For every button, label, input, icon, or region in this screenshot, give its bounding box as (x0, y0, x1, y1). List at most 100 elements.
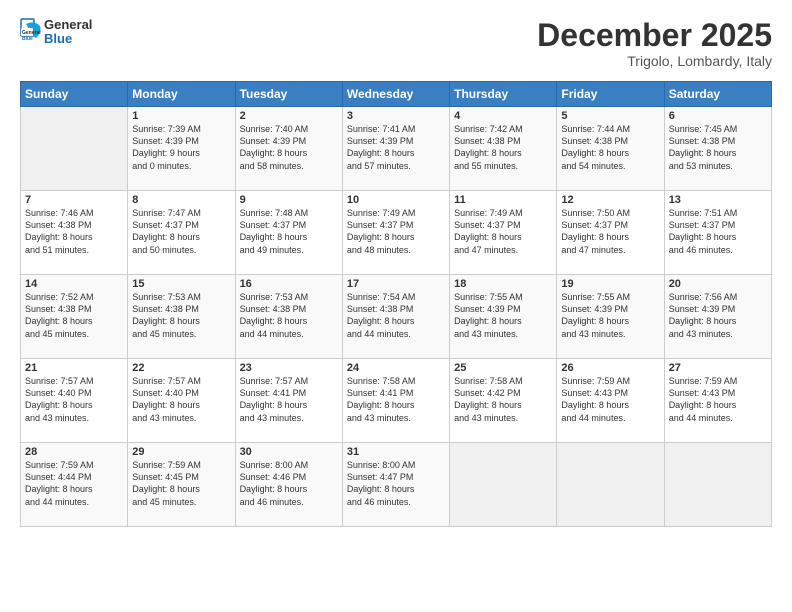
cell-date: 14 (25, 278, 123, 290)
cell-date: 22 (132, 362, 230, 374)
table-row: 3Sunrise: 7:41 AM Sunset: 4:39 PM Daylig… (342, 107, 449, 191)
table-row: 1Sunrise: 7:39 AM Sunset: 4:39 PM Daylig… (128, 107, 235, 191)
logo-icon: General Blue (20, 18, 42, 46)
month-title: December 2025 (537, 18, 772, 53)
cell-info: Sunrise: 7:54 AM Sunset: 4:38 PM Dayligh… (347, 291, 445, 340)
cell-date: 8 (132, 194, 230, 206)
table-row: 4Sunrise: 7:42 AM Sunset: 4:38 PM Daylig… (450, 107, 557, 191)
cell-date: 25 (454, 362, 552, 374)
table-row: 5Sunrise: 7:44 AM Sunset: 4:38 PM Daylig… (557, 107, 664, 191)
cell-date: 28 (25, 446, 123, 458)
page-header: General Blue General Blue December 2025 … (20, 18, 772, 69)
table-row: 23Sunrise: 7:57 AM Sunset: 4:41 PM Dayli… (235, 359, 342, 443)
cell-date: 19 (561, 278, 659, 290)
col-sunday: Sunday (21, 82, 128, 107)
cell-info: Sunrise: 7:49 AM Sunset: 4:37 PM Dayligh… (347, 207, 445, 256)
cell-info: Sunrise: 7:58 AM Sunset: 4:42 PM Dayligh… (454, 375, 552, 424)
logo-general-text: General (44, 18, 92, 32)
cell-date: 4 (454, 110, 552, 122)
cell-info: Sunrise: 7:57 AM Sunset: 4:40 PM Dayligh… (25, 375, 123, 424)
table-row: 2Sunrise: 7:40 AM Sunset: 4:39 PM Daylig… (235, 107, 342, 191)
cell-info: Sunrise: 7:55 AM Sunset: 4:39 PM Dayligh… (561, 291, 659, 340)
cell-info: Sunrise: 7:44 AM Sunset: 4:38 PM Dayligh… (561, 123, 659, 172)
table-row (664, 443, 771, 527)
cell-info: Sunrise: 7:51 AM Sunset: 4:37 PM Dayligh… (669, 207, 767, 256)
cell-info: Sunrise: 7:56 AM Sunset: 4:39 PM Dayligh… (669, 291, 767, 340)
cell-info: Sunrise: 7:59 AM Sunset: 4:43 PM Dayligh… (669, 375, 767, 424)
cell-info: Sunrise: 7:50 AM Sunset: 4:37 PM Dayligh… (561, 207, 659, 256)
cell-date: 2 (240, 110, 338, 122)
calendar-week-row: 28Sunrise: 7:59 AM Sunset: 4:44 PM Dayli… (21, 443, 772, 527)
cell-info: Sunrise: 7:40 AM Sunset: 4:39 PM Dayligh… (240, 123, 338, 172)
table-row: 28Sunrise: 7:59 AM Sunset: 4:44 PM Dayli… (21, 443, 128, 527)
table-row: 9Sunrise: 7:48 AM Sunset: 4:37 PM Daylig… (235, 191, 342, 275)
cell-date: 6 (669, 110, 767, 122)
cell-info: Sunrise: 7:52 AM Sunset: 4:38 PM Dayligh… (25, 291, 123, 340)
calendar-week-row: 21Sunrise: 7:57 AM Sunset: 4:40 PM Dayli… (21, 359, 772, 443)
cell-date: 31 (347, 446, 445, 458)
col-wednesday: Wednesday (342, 82, 449, 107)
logo: General Blue General Blue (20, 18, 92, 47)
cell-date: 18 (454, 278, 552, 290)
cell-date: 11 (454, 194, 552, 206)
cell-info: Sunrise: 7:59 AM Sunset: 4:43 PM Dayligh… (561, 375, 659, 424)
table-row (21, 107, 128, 191)
cell-info: Sunrise: 7:47 AM Sunset: 4:37 PM Dayligh… (132, 207, 230, 256)
table-row: 6Sunrise: 7:45 AM Sunset: 4:38 PM Daylig… (664, 107, 771, 191)
table-row: 20Sunrise: 7:56 AM Sunset: 4:39 PM Dayli… (664, 275, 771, 359)
cell-date: 15 (132, 278, 230, 290)
table-row: 8Sunrise: 7:47 AM Sunset: 4:37 PM Daylig… (128, 191, 235, 275)
table-row: 22Sunrise: 7:57 AM Sunset: 4:40 PM Dayli… (128, 359, 235, 443)
table-row: 31Sunrise: 8:00 AM Sunset: 4:47 PM Dayli… (342, 443, 449, 527)
cell-info: Sunrise: 7:53 AM Sunset: 4:38 PM Dayligh… (132, 291, 230, 340)
cell-date: 30 (240, 446, 338, 458)
cell-date: 24 (347, 362, 445, 374)
cell-date: 5 (561, 110, 659, 122)
cell-info: Sunrise: 8:00 AM Sunset: 4:46 PM Dayligh… (240, 459, 338, 508)
table-row: 12Sunrise: 7:50 AM Sunset: 4:37 PM Dayli… (557, 191, 664, 275)
cell-date: 12 (561, 194, 659, 206)
cell-date: 7 (25, 194, 123, 206)
table-row: 29Sunrise: 7:59 AM Sunset: 4:45 PM Dayli… (128, 443, 235, 527)
table-row: 11Sunrise: 7:49 AM Sunset: 4:37 PM Dayli… (450, 191, 557, 275)
cell-date: 9 (240, 194, 338, 206)
cell-info: Sunrise: 8:00 AM Sunset: 4:47 PM Dayligh… (347, 459, 445, 508)
cell-date: 21 (25, 362, 123, 374)
calendar-week-row: 14Sunrise: 7:52 AM Sunset: 4:38 PM Dayli… (21, 275, 772, 359)
table-row: 10Sunrise: 7:49 AM Sunset: 4:37 PM Dayli… (342, 191, 449, 275)
calendar-week-row: 7Sunrise: 7:46 AM Sunset: 4:38 PM Daylig… (21, 191, 772, 275)
cell-info: Sunrise: 7:53 AM Sunset: 4:38 PM Dayligh… (240, 291, 338, 340)
table-row: 19Sunrise: 7:55 AM Sunset: 4:39 PM Dayli… (557, 275, 664, 359)
cell-date: 26 (561, 362, 659, 374)
calendar: Sunday Monday Tuesday Wednesday Thursday… (20, 81, 772, 527)
cell-info: Sunrise: 7:41 AM Sunset: 4:39 PM Dayligh… (347, 123, 445, 172)
cell-info: Sunrise: 7:57 AM Sunset: 4:40 PM Dayligh… (132, 375, 230, 424)
cell-info: Sunrise: 7:48 AM Sunset: 4:37 PM Dayligh… (240, 207, 338, 256)
col-thursday: Thursday (450, 82, 557, 107)
cell-date: 3 (347, 110, 445, 122)
cell-info: Sunrise: 7:55 AM Sunset: 4:39 PM Dayligh… (454, 291, 552, 340)
cell-date: 1 (132, 110, 230, 122)
cell-date: 27 (669, 362, 767, 374)
table-row: 30Sunrise: 8:00 AM Sunset: 4:46 PM Dayli… (235, 443, 342, 527)
col-monday: Monday (128, 82, 235, 107)
table-row: 14Sunrise: 7:52 AM Sunset: 4:38 PM Dayli… (21, 275, 128, 359)
table-row: 16Sunrise: 7:53 AM Sunset: 4:38 PM Dayli… (235, 275, 342, 359)
cell-info: Sunrise: 7:42 AM Sunset: 4:38 PM Dayligh… (454, 123, 552, 172)
table-row: 25Sunrise: 7:58 AM Sunset: 4:42 PM Dayli… (450, 359, 557, 443)
title-block: December 2025 Trigolo, Lombardy, Italy (537, 18, 772, 69)
col-saturday: Saturday (664, 82, 771, 107)
table-row: 26Sunrise: 7:59 AM Sunset: 4:43 PM Dayli… (557, 359, 664, 443)
cell-date: 13 (669, 194, 767, 206)
table-row: 21Sunrise: 7:57 AM Sunset: 4:40 PM Dayli… (21, 359, 128, 443)
cell-date: 20 (669, 278, 767, 290)
table-row: 15Sunrise: 7:53 AM Sunset: 4:38 PM Dayli… (128, 275, 235, 359)
cell-info: Sunrise: 7:58 AM Sunset: 4:41 PM Dayligh… (347, 375, 445, 424)
logo-blue-text: Blue (44, 32, 92, 46)
table-row: 18Sunrise: 7:55 AM Sunset: 4:39 PM Dayli… (450, 275, 557, 359)
cell-date: 23 (240, 362, 338, 374)
cell-info: Sunrise: 7:57 AM Sunset: 4:41 PM Dayligh… (240, 375, 338, 424)
calendar-header-row: Sunday Monday Tuesday Wednesday Thursday… (21, 82, 772, 107)
cell-date: 29 (132, 446, 230, 458)
table-row (557, 443, 664, 527)
